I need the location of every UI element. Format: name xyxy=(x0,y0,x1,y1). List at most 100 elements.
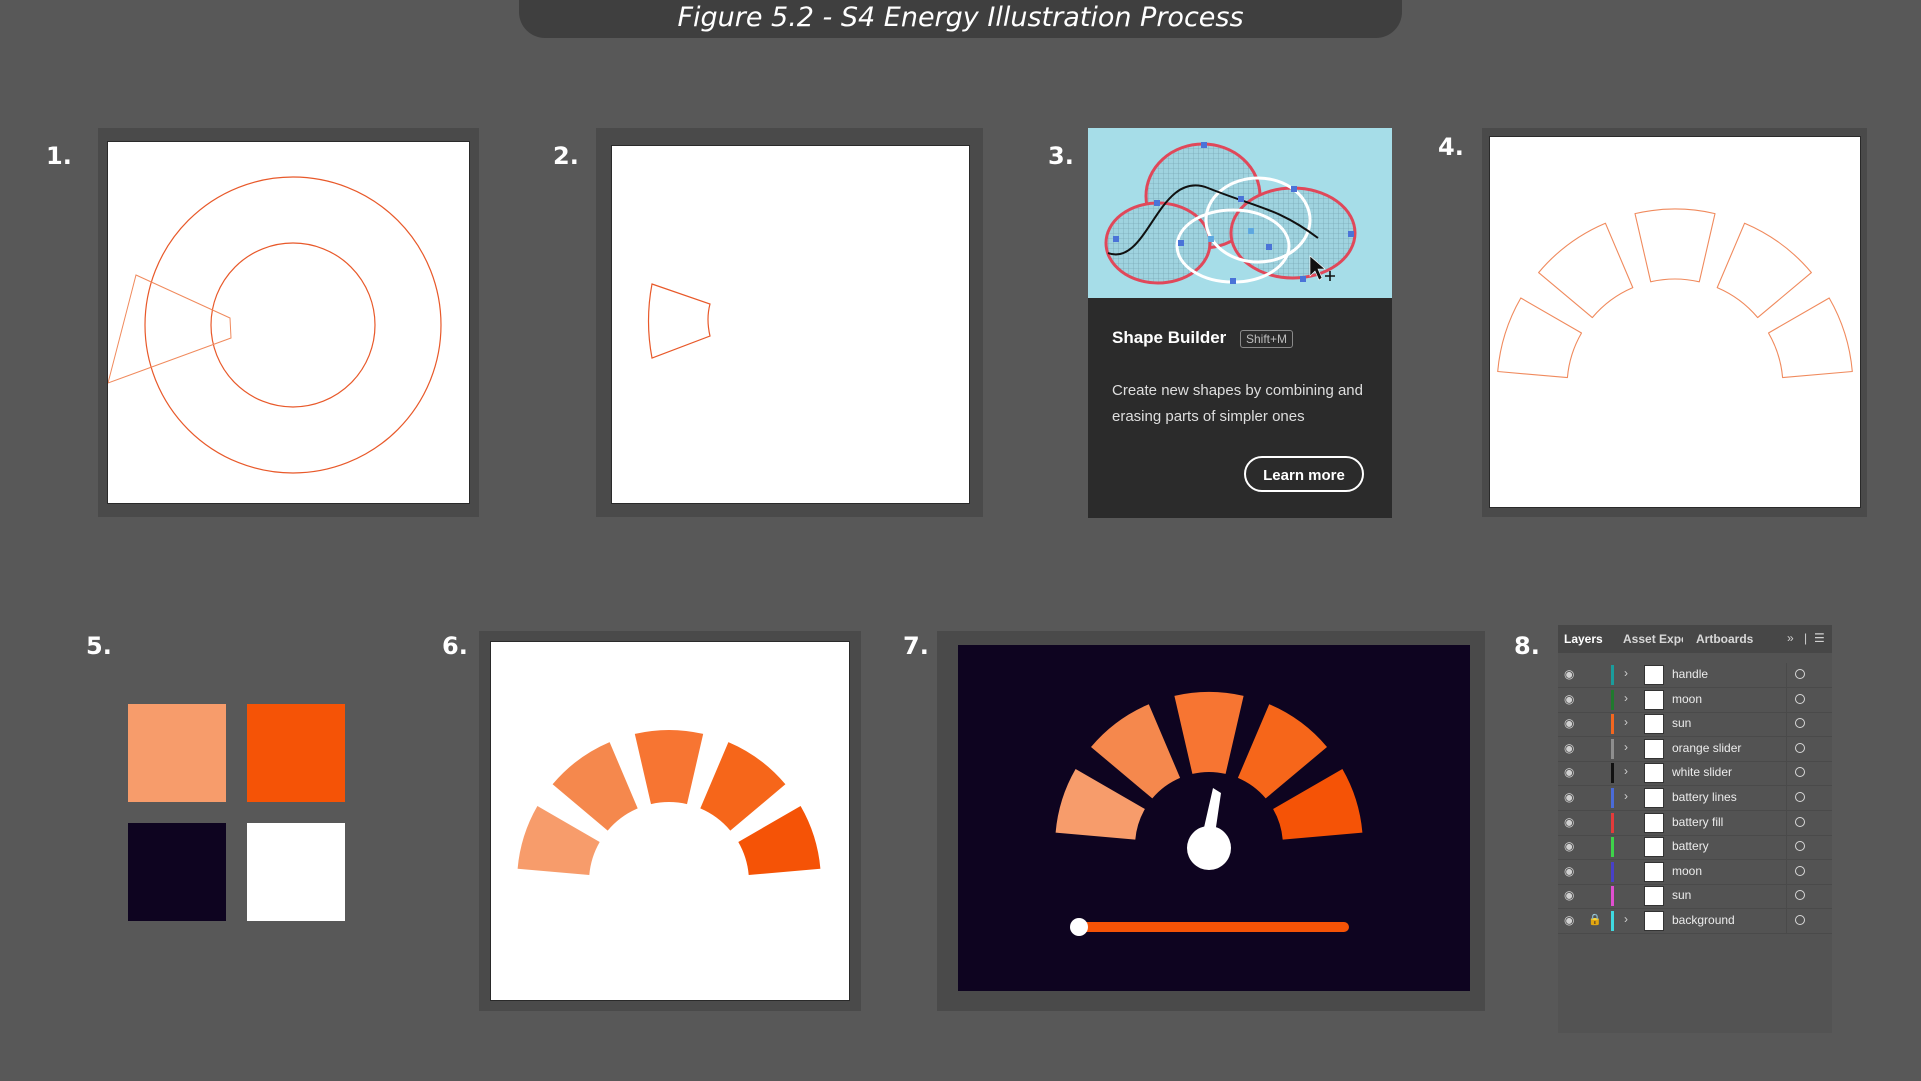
target-circle-icon[interactable] xyxy=(1795,718,1805,729)
column-divider xyxy=(1786,909,1787,933)
step-1-circles-drawing xyxy=(108,176,442,474)
shape-builder-illustration xyxy=(1104,142,1357,285)
shape-builder-title: Shape Builder xyxy=(1112,328,1227,347)
tab-artboards[interactable]: Artboards xyxy=(1696,632,1753,646)
layer-name: background xyxy=(1672,913,1735,927)
gauge-segment-2 xyxy=(1091,704,1181,799)
layer-color-stripe xyxy=(1611,837,1614,858)
tab-asset-export[interactable]: Asset Expo xyxy=(1623,632,1683,646)
target-circle-icon[interactable] xyxy=(1795,841,1805,852)
lock-icon[interactable]: 🔒 xyxy=(1588,913,1602,926)
chevron-right-icon[interactable]: › xyxy=(1624,715,1628,729)
eye-icon[interactable]: ◉ xyxy=(1564,716,1574,730)
eye-icon[interactable]: ◉ xyxy=(1564,913,1574,927)
step-7-artboard xyxy=(958,645,1470,991)
figure-title: Figure 5.2 - S4 Energy Illustration Proc… xyxy=(519,0,1402,38)
step-number-7: 7. xyxy=(903,632,929,660)
step-6-gauge-drawing xyxy=(517,730,821,875)
layer-color-stripe xyxy=(1611,665,1614,685)
hamburger-icon[interactable]: ☰ xyxy=(1814,631,1825,645)
layer-color-stripe xyxy=(1611,689,1614,710)
layer-color-stripe xyxy=(1611,911,1614,931)
layer-row[interactable]: ◉ moon xyxy=(1558,859,1832,885)
swatch-light-orange xyxy=(128,704,226,802)
layer-row[interactable]: ◉ › moon xyxy=(1558,687,1832,713)
chevron-right-icon[interactable]: › xyxy=(1624,912,1628,926)
target-circle-icon[interactable] xyxy=(1795,792,1805,802)
layer-thumbnail xyxy=(1644,738,1664,759)
layer-color-stripe xyxy=(1611,714,1614,735)
eye-icon[interactable]: ◉ xyxy=(1564,741,1574,755)
target-circle-icon[interactable] xyxy=(1795,890,1805,901)
eye-icon[interactable]: ◉ xyxy=(1564,765,1574,779)
eye-icon[interactable]: ◉ xyxy=(1564,888,1574,902)
segment-outline-4 xyxy=(1716,222,1812,319)
step-number-2: 2. xyxy=(553,142,579,170)
eye-icon[interactable]: ◉ xyxy=(1564,864,1574,878)
target-circle-icon[interactable] xyxy=(1795,669,1805,679)
layer-name: moon xyxy=(1672,691,1703,706)
chevron-right-icon[interactable]: › xyxy=(1624,691,1628,705)
gauge-hub xyxy=(1187,826,1231,870)
step-1-artboard xyxy=(107,141,470,504)
swatch-orange xyxy=(247,704,345,802)
layer-row[interactable]: ◉ 🔒 › background xyxy=(1558,909,1832,934)
layer-color-stripe xyxy=(1611,812,1614,833)
layer-row[interactable]: ◉ › sun xyxy=(1558,712,1832,738)
chevron-right-icon[interactable]: › xyxy=(1624,740,1628,754)
step-number-5: 5. xyxy=(86,632,112,660)
target-circle-icon[interactable] xyxy=(1795,915,1805,925)
chevron-right-icon[interactable]: › xyxy=(1624,666,1628,680)
eye-icon[interactable]: ◉ xyxy=(1564,815,1574,829)
target-circle-icon[interactable] xyxy=(1795,742,1805,753)
shape-builder-card: Shape Builder Shift+M Create new shapes … xyxy=(1088,128,1392,518)
double-chevron-icon[interactable]: » xyxy=(1787,631,1794,645)
target-circle-icon[interactable] xyxy=(1795,693,1805,704)
layer-row[interactable]: ◉ › white slider xyxy=(1558,761,1832,787)
target-circle-icon[interactable] xyxy=(1795,865,1805,876)
layer-row[interactable]: ◉ › orange slider xyxy=(1558,736,1832,762)
step-2-artboard xyxy=(611,145,970,504)
learn-more-button[interactable]: Learn more xyxy=(1244,456,1364,492)
layer-name: white slider xyxy=(1672,765,1733,780)
filled-segment-3 xyxy=(634,730,704,805)
layer-thumbnail xyxy=(1644,812,1664,833)
eye-icon[interactable]: ◉ xyxy=(1564,667,1574,681)
target-circle-icon[interactable] xyxy=(1795,816,1805,827)
step-2-segment-drawing xyxy=(647,283,711,359)
layers-panel-tabs: Layers Asset Expo Artboards » | ☰ xyxy=(1558,625,1832,653)
eye-icon[interactable]: ◉ xyxy=(1564,692,1574,706)
segment-outline-2 xyxy=(1538,222,1634,319)
cut-segment-outline xyxy=(647,283,711,359)
layer-row[interactable]: ◉ › handle xyxy=(1558,663,1832,688)
layer-row[interactable]: ◉ battery fill xyxy=(1558,810,1832,836)
layer-color-stripe xyxy=(1611,763,1614,784)
panel-divider: | xyxy=(1804,631,1808,645)
tab-layers[interactable]: Layers xyxy=(1564,632,1603,646)
layer-color-stripe xyxy=(1611,861,1614,882)
orange-slider-track xyxy=(1077,922,1349,932)
eye-icon[interactable]: ◉ xyxy=(1564,790,1574,804)
gauge-segment-4 xyxy=(1237,704,1327,799)
layer-row[interactable]: ◉ sun xyxy=(1558,884,1832,910)
layer-thumbnail xyxy=(1644,763,1664,784)
step-number-3: 3. xyxy=(1048,142,1074,170)
column-divider xyxy=(1786,884,1787,909)
column-divider xyxy=(1786,835,1787,860)
column-divider xyxy=(1786,687,1787,712)
layer-row[interactable]: ◉ › battery lines xyxy=(1558,786,1832,811)
swatch-dark-navy xyxy=(128,823,226,921)
layer-name: battery fill xyxy=(1672,814,1724,829)
column-divider xyxy=(1786,859,1787,884)
layer-name: orange slider xyxy=(1672,740,1742,755)
step-4-artboard xyxy=(1489,136,1861,508)
target-circle-icon[interactable] xyxy=(1795,767,1805,778)
layer-row[interactable]: ◉ battery xyxy=(1558,835,1832,861)
chevron-right-icon[interactable]: › xyxy=(1624,789,1628,803)
chevron-right-icon[interactable]: › xyxy=(1624,764,1628,778)
column-divider xyxy=(1786,712,1787,737)
layer-thumbnail xyxy=(1644,861,1664,882)
column-divider xyxy=(1786,736,1787,761)
step-number-1: 1. xyxy=(46,142,72,170)
eye-icon[interactable]: ◉ xyxy=(1564,839,1574,853)
